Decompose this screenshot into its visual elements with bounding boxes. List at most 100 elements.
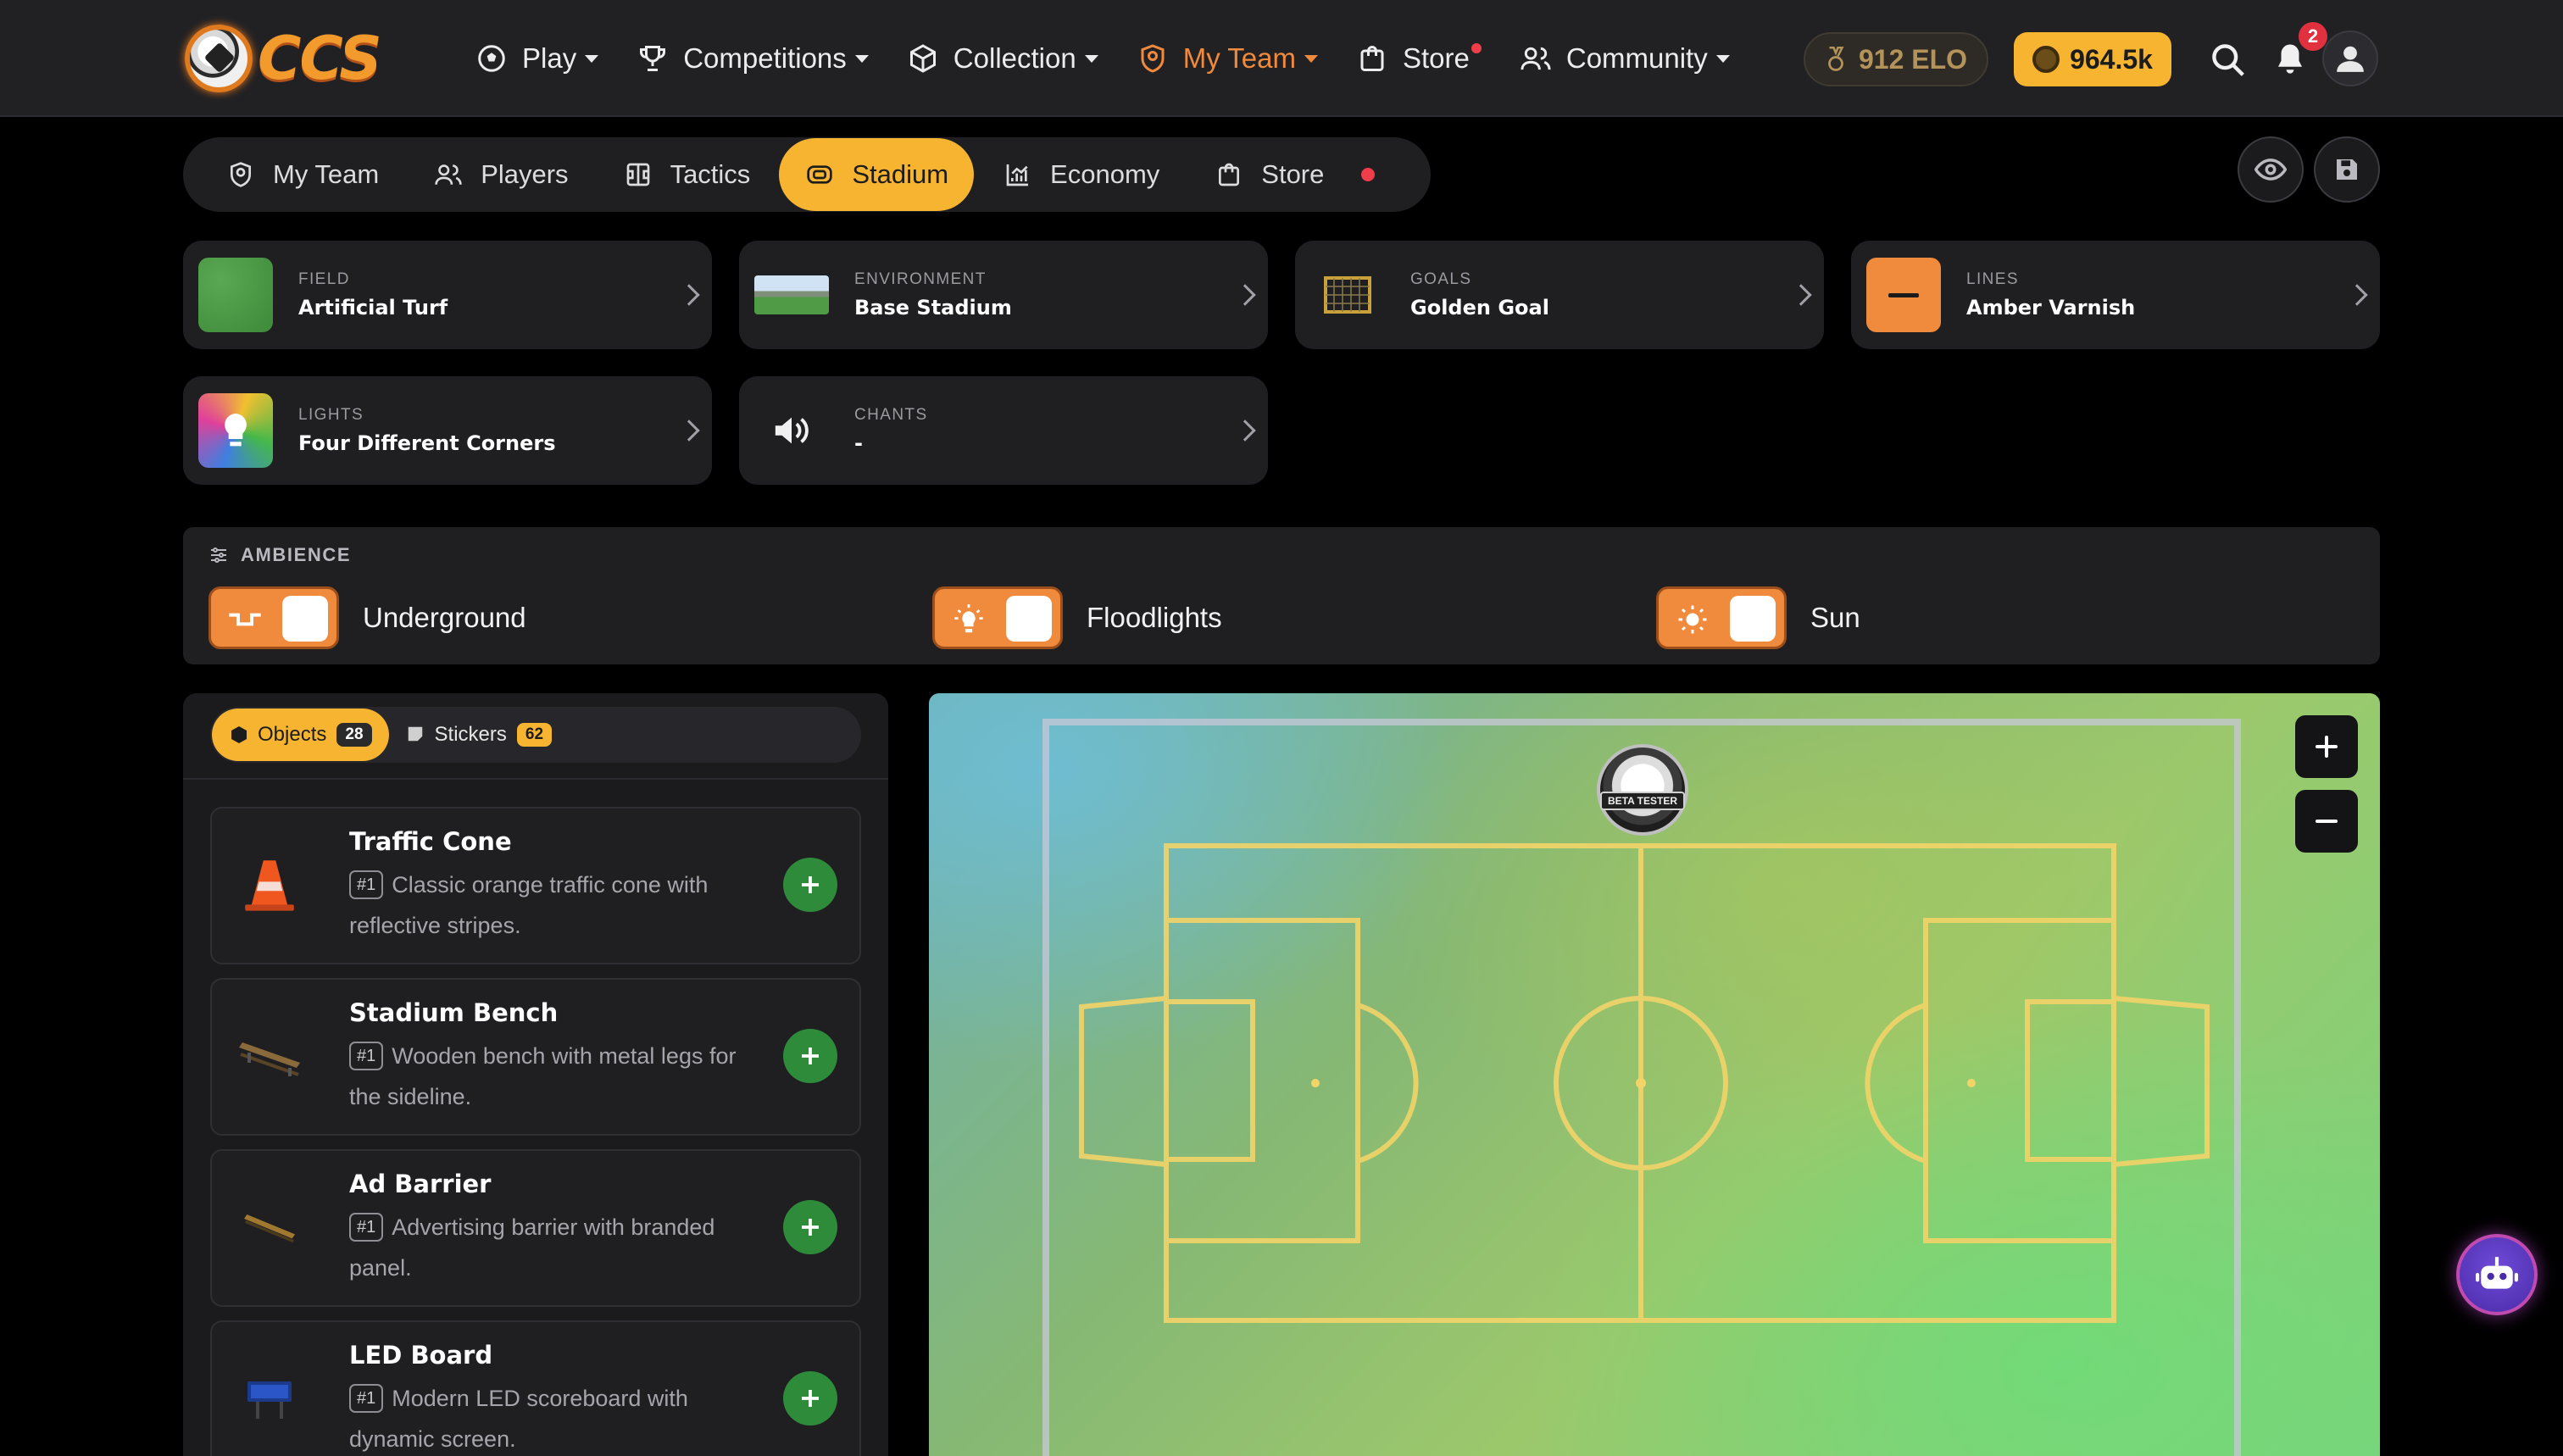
assistant-bot-button[interactable]: [2456, 1234, 2538, 1315]
nav-community[interactable]: Community: [1519, 33, 1730, 84]
underground-toggle-group: Underground: [208, 586, 526, 649]
nav-store[interactable]: Store: [1355, 33, 1482, 84]
goals-selector-card[interactable]: GOALS Golden Goal: [1295, 241, 1824, 349]
user-avatar-button[interactable]: [2322, 31, 2378, 86]
team-subnav: My Team Players Tactics Stadium Economy …: [183, 137, 1431, 212]
subtab-economy[interactable]: Economy: [977, 138, 1185, 211]
goal-net-icon: [1310, 258, 1385, 332]
top-navigation-bar: CCS Play Competitions Collection My Team…: [0, 0, 2563, 117]
floodlights-toggle[interactable]: [932, 586, 1063, 649]
sun-icon: [1676, 603, 1710, 636]
tactics-board-icon: [623, 159, 653, 190]
bag-icon: [1214, 159, 1244, 190]
sliders-icon: [211, 547, 226, 563]
sun-toggle-group: Sun: [1656, 586, 1860, 649]
object-card-stadium-bench[interactable]: Stadium Bench #1 Wooden bench with metal …: [210, 978, 861, 1136]
subtab-store[interactable]: Store: [1188, 138, 1400, 211]
subtab-store-label: Store: [1261, 159, 1325, 189]
lines-selector-card[interactable]: LINES Amber Varnish: [1851, 241, 2380, 349]
search-button[interactable]: [2205, 37, 2249, 81]
chevron-right-icon: [1234, 420, 1256, 442]
nav-my-team-label: My Team: [1182, 42, 1296, 74]
logo-text: CCS: [258, 24, 382, 93]
plus-icon-v: [2325, 736, 2328, 758]
chevron-right-icon: [678, 284, 700, 306]
subtab-players[interactable]: Players: [408, 138, 593, 211]
object-description: #1 Wooden bench with metal legs for the s…: [349, 1036, 773, 1117]
chevron-down-icon: [585, 54, 599, 63]
lines-value: Amber Varnish: [1966, 296, 2136, 320]
soccer-ball-icon: [475, 42, 509, 75]
object-card-led-board[interactable]: LED Board #1 Modern LED scoreboard with d…: [210, 1320, 861, 1456]
add-object-button[interactable]: [783, 1029, 837, 1083]
tab-objects-label: Objects: [258, 723, 327, 746]
stickers-count-badge: 62: [516, 723, 553, 747]
object-tag: #1: [349, 1042, 384, 1070]
sticker-icon: [406, 725, 426, 745]
subtab-tactics[interactable]: Tactics: [598, 138, 776, 211]
ambience-section: AMBIENCE Underground Floodlights Sun: [183, 527, 2380, 664]
lights-thumbnail: [198, 393, 273, 468]
minus-icon: [2316, 820, 2338, 823]
lights-value: Four Different Corners: [298, 431, 556, 455]
zoom-in-button[interactable]: [2295, 715, 2358, 778]
objects-list: Traffic Cone #1 Classic orange traffic co…: [210, 807, 861, 1456]
save-button[interactable]: [2314, 136, 2380, 203]
nav-play[interactable]: Play: [475, 33, 599, 84]
nav-my-team[interactable]: My Team: [1136, 33, 1318, 84]
object-title: LED Board: [349, 1341, 493, 1370]
tab-stickers[interactable]: Stickers 62: [389, 709, 570, 761]
field-selector-card[interactable]: FIELD Artificial Turf: [183, 241, 712, 349]
add-object-button[interactable]: [783, 1371, 837, 1425]
nav-competitions[interactable]: Competitions: [636, 33, 869, 84]
robot-icon: [2476, 1257, 2518, 1289]
underground-icon: [228, 603, 262, 636]
subtab-my-team-label: My Team: [273, 159, 380, 189]
object-card-ad-barrier[interactable]: Ad Barrier #1 Advertising barrier with br…: [210, 1149, 861, 1307]
shield-icon: [225, 159, 256, 190]
toggle-knob: [1006, 596, 1052, 642]
nav-competitions-label: Competitions: [683, 42, 847, 74]
cube-icon: [906, 42, 940, 75]
nav-collection-label: Collection: [953, 42, 1076, 74]
nav-store-label: Store: [1402, 42, 1470, 74]
environment-selector-card[interactable]: ENVIRONMENT Base Stadium: [739, 241, 1268, 349]
ccs-logo[interactable]: CCS: [185, 22, 382, 95]
lights-selector-card[interactable]: LIGHTS Four Different Corners: [183, 376, 712, 485]
line-color-swatch: [1866, 258, 1941, 332]
tab-objects[interactable]: Objects 28: [212, 709, 389, 761]
object-card-traffic-cone[interactable]: Traffic Cone #1 Classic orange traffic co…: [210, 807, 861, 964]
turf-thumbnail: [198, 258, 273, 332]
chevron-down-icon: [1715, 54, 1730, 63]
speaker-icon: [754, 393, 829, 468]
subtab-economy-label: Economy: [1050, 159, 1160, 189]
underground-toggle[interactable]: [208, 586, 339, 649]
object-title: Traffic Cone: [349, 827, 512, 856]
environment-label: ENVIRONMENT: [854, 270, 987, 288]
nav-collection[interactable]: Collection: [906, 33, 1098, 84]
subtab-stadium[interactable]: Stadium: [779, 138, 975, 211]
cube-icon: [229, 725, 249, 745]
floodlights-toggle-group: Floodlights: [932, 586, 1222, 649]
users-icon: [1519, 42, 1553, 75]
add-object-button[interactable]: [783, 1200, 837, 1254]
coin-balance-badge[interactable]: 964.5k: [2014, 32, 2171, 86]
bag-icon: [1355, 42, 1389, 75]
beta-tester-sticker[interactable]: [1597, 744, 1688, 836]
preview-button[interactable]: [2238, 136, 2304, 203]
sun-toggle[interactable]: [1656, 586, 1787, 649]
zoom-out-button[interactable]: [2295, 790, 2358, 853]
store-notification-dot: [1361, 168, 1376, 181]
coin-icon: [2032, 46, 2060, 73]
users-icon: [433, 159, 464, 190]
eye-icon: [2254, 158, 2287, 181]
lightbulb-icon: [225, 414, 247, 447]
subtab-my-team[interactable]: My Team: [205, 138, 404, 211]
nav-play-label: Play: [522, 42, 577, 74]
plus-icon: [802, 1390, 819, 1407]
chants-selector-card[interactable]: CHANTS -: [739, 376, 1268, 485]
elo-rating-badge[interactable]: 912 ELO: [1804, 32, 1988, 86]
add-object-button[interactable]: [783, 858, 837, 912]
medal-icon: [1828, 47, 1844, 71]
object-description-text: Advertising barrier with branded panel.: [349, 1214, 715, 1281]
